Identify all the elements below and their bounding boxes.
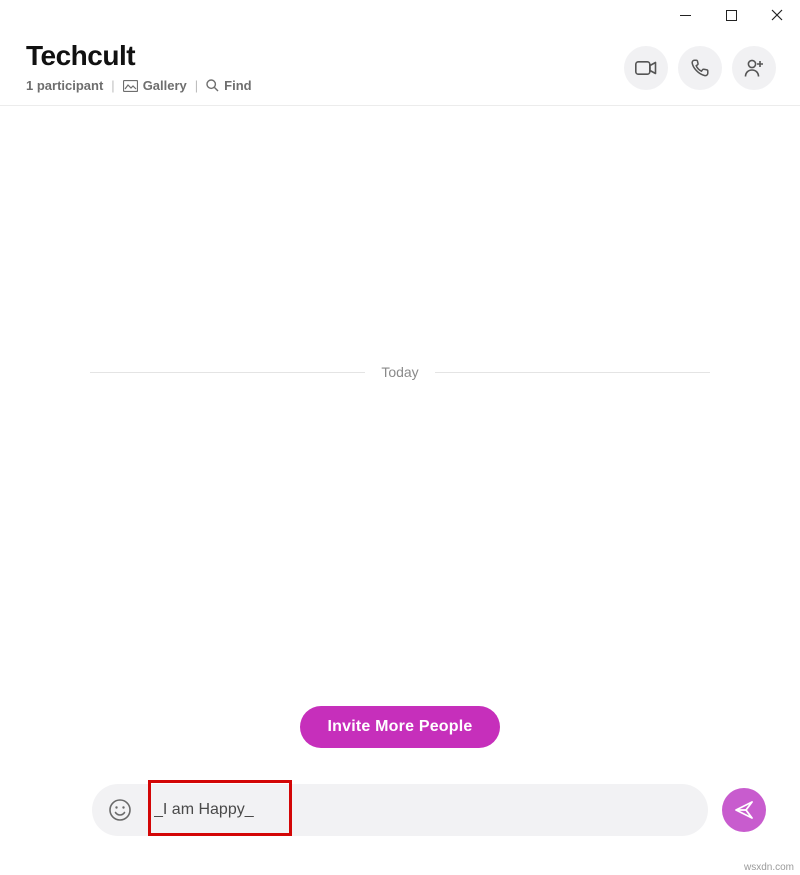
phone-icon — [690, 58, 710, 78]
emoji-button[interactable] — [100, 790, 140, 830]
window-minimize-button[interactable] — [662, 2, 708, 28]
message-composer — [0, 766, 800, 858]
chat-subrow: 1 participant | Gallery | Find — [26, 78, 252, 93]
header-actions — [624, 40, 776, 90]
chat-title-block: Techcult 1 participant | Gallery | Find — [26, 40, 252, 93]
participants-label[interactable]: 1 participant — [26, 78, 103, 93]
find-label: Find — [224, 78, 251, 93]
video-icon — [635, 60, 657, 76]
invite-row: Invite More People — [0, 706, 800, 766]
message-input[interactable] — [140, 801, 694, 819]
send-icon — [734, 800, 754, 820]
window-close-button[interactable] — [754, 2, 800, 28]
message-input-container — [92, 784, 708, 836]
minimize-icon — [680, 10, 691, 21]
divider-line — [435, 372, 710, 373]
chat-header: Techcult 1 participant | Gallery | Find — [0, 28, 800, 106]
close-icon — [771, 9, 783, 21]
add-person-icon — [743, 58, 765, 78]
chat-area: Today Invite More People — [0, 106, 800, 766]
window-titlebar — [0, 0, 800, 28]
gallery-icon — [123, 80, 138, 92]
date-divider-label: Today — [365, 364, 434, 380]
gallery-label: Gallery — [143, 78, 187, 93]
date-divider: Today — [90, 364, 710, 380]
add-participant-button[interactable] — [732, 46, 776, 90]
gallery-link[interactable]: Gallery — [123, 78, 187, 93]
invite-more-people-button[interactable]: Invite More People — [300, 706, 501, 748]
smiley-icon — [108, 798, 132, 822]
window-maximize-button[interactable] — [708, 2, 754, 28]
find-link[interactable]: Find — [206, 78, 251, 93]
divider-line — [90, 372, 365, 373]
watermark: wsxdn.com — [744, 862, 794, 873]
separator: | — [195, 78, 198, 93]
audio-call-button[interactable] — [678, 46, 722, 90]
maximize-icon — [726, 10, 737, 21]
video-call-button[interactable] — [624, 46, 668, 90]
search-icon — [206, 79, 219, 92]
chat-title: Techcult — [26, 40, 252, 72]
send-button[interactable] — [722, 788, 766, 832]
separator: | — [111, 78, 114, 93]
